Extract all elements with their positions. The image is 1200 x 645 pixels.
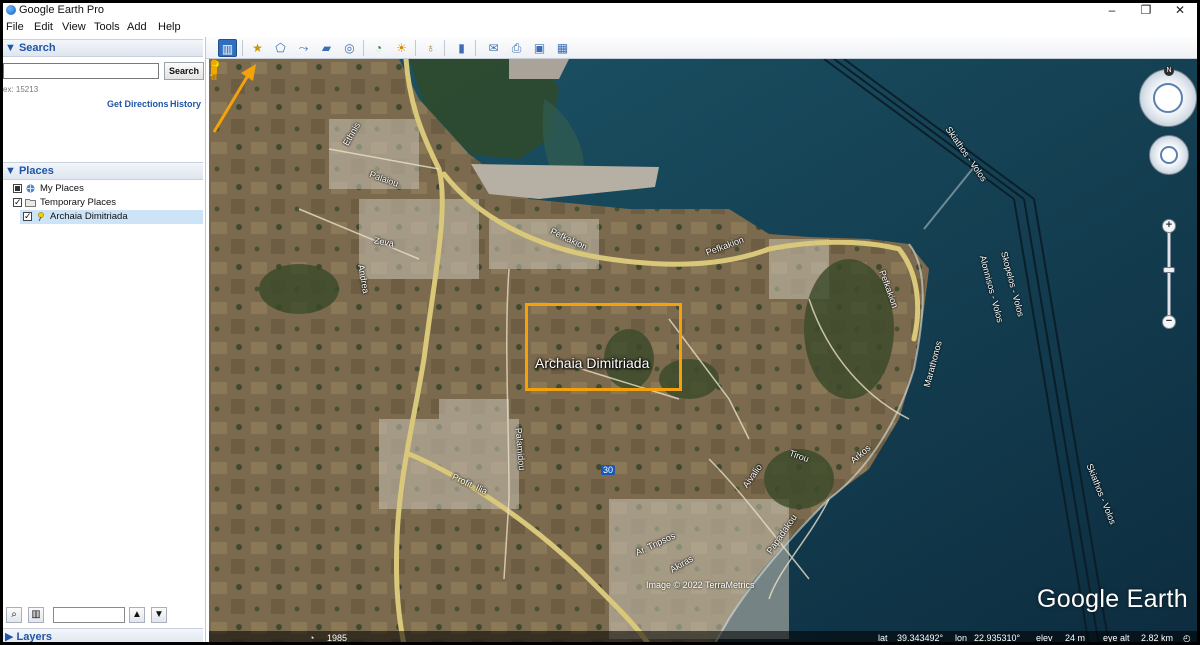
move-up-icon[interactable]: ▲ <box>129 607 145 623</box>
image-overlay-icon[interactable]: ▰ <box>317 39 336 57</box>
lat-label: lat <box>878 633 888 643</box>
look-navigation-ring[interactable]: N <box>1139 66 1197 127</box>
search-input[interactable] <box>3 63 159 79</box>
path-icon[interactable]: ⤳ <box>294 39 313 57</box>
tree-item-my-places[interactable]: My Places <box>13 182 84 196</box>
search-places-icon[interactable]: ⌕ <box>6 607 22 623</box>
history-link[interactable]: History <box>170 99 201 109</box>
annotation-arrow-icon <box>212 64 256 133</box>
zoom-slider[interactable] <box>1167 231 1171 321</box>
toolbar-separator <box>444 40 445 56</box>
window-title: Google Earth Pro <box>19 4 104 16</box>
toolbar-separator <box>475 40 476 56</box>
sunlight-icon[interactable]: ☀ <box>392 39 411 57</box>
get-directions-link[interactable]: Get Directions <box>107 99 169 109</box>
close-button[interactable]: ✕ <box>1165 3 1195 19</box>
places-filter-input[interactable] <box>53 607 125 623</box>
map-view[interactable]: Pefkakion Pefkakion Pefkakion Zeva Andre… <box>209 59 1197 643</box>
placemark-label[interactable]: Archaia Dimitriada <box>535 355 649 371</box>
toolbar-separator <box>242 40 243 56</box>
email-icon[interactable]: ✉ <box>484 39 503 57</box>
sidebar: ▼ Search Search ex: 15213 Get Directions… <box>3 37 206 642</box>
places-panel-header[interactable]: ▼ Places <box>3 162 203 180</box>
search-hint: ex: 15213 <box>3 85 39 94</box>
eye-alt-label: eye alt <box>1103 633 1130 643</box>
toolbar-separator <box>415 40 416 56</box>
placemark-icon[interactable]: ★ <box>248 39 267 57</box>
folder-globe-icon <box>26 184 35 193</box>
eye-alt-value: 2.82 km <box>1141 633 1174 643</box>
minimize-button[interactable]: – <box>1097 3 1127 19</box>
imagery-year: 1985 <box>327 633 348 643</box>
tree-item-label: Temporary Places <box>40 197 117 208</box>
menu-tools[interactable]: Tools <box>94 21 120 33</box>
menu-help[interactable]: Help <box>158 21 181 33</box>
checkbox[interactable] <box>23 209 32 223</box>
sidebar-toggle-icon[interactable]: ▥ <box>218 39 237 57</box>
planets-icon[interactable]: ♁ <box>421 39 440 57</box>
menu-file[interactable]: File <box>6 21 24 33</box>
maximize-button[interactable]: ❐ <box>1131 3 1161 19</box>
elev-label: elev <box>1036 633 1053 643</box>
zoom-out-button[interactable]: − <box>1162 315 1176 329</box>
streaming-indicator-icon: ◴ <box>1183 633 1191 643</box>
zoom-slider-thumb[interactable] <box>1163 267 1175 273</box>
route-badge: 30 <box>601 465 616 475</box>
lat-value: 39.343492° <box>897 633 944 643</box>
places-bottom-toolbar: ⌕ ▥ ▲ ▼ <box>3 605 203 627</box>
menu-bar: File Edit View Tools Add Help <box>3 19 1197 37</box>
title-bar: Google Earth Pro – ❐ ✕ <box>3 3 1197 19</box>
move-down-icon[interactable]: ▼ <box>151 607 167 623</box>
app-window: Google Earth Pro – ❐ ✕ File Edit View To… <box>0 0 1200 645</box>
checkbox[interactable] <box>13 183 22 193</box>
search-button[interactable]: Search <box>164 62 204 80</box>
menu-view[interactable]: View <box>62 21 86 33</box>
move-navigation-ring[interactable] <box>1149 135 1189 175</box>
compass-north-icon[interactable]: N <box>1164 66 1174 76</box>
tree-item-archaia-dimitriada[interactable]: Archaia Dimitriada <box>20 209 203 224</box>
menu-add[interactable]: Add <box>127 21 147 33</box>
toolbar: ▥ ★ ⬠ ⤳ ▰ ◎ ◔ ☀ ♁ ▮ ✉ ⎙ ▣ ▦ <box>206 37 1197 59</box>
google-earth-icon <box>6 5 16 15</box>
record-tour-icon[interactable]: ◎ <box>340 39 359 57</box>
checkbox[interactable] <box>13 195 22 209</box>
lon-label: lon <box>955 633 968 643</box>
google-earth-logo: Google Earth <box>1037 585 1188 613</box>
lon-value: 22.935310° <box>974 633 1021 643</box>
search-panel-header[interactable]: ▼ Search <box>3 39 203 57</box>
polygon-icon[interactable]: ⬠ <box>271 39 290 57</box>
folder-icon <box>25 199 36 207</box>
highlight-box <box>525 303 682 391</box>
historical-imagery-icon[interactable]: ◔ <box>369 39 388 57</box>
look-joystick[interactable] <box>1153 83 1183 113</box>
satellite-imagery <box>209 59 1197 642</box>
toggle-panel-icon[interactable]: ▥ <box>28 607 44 623</box>
tree-item-label: Archaia Dimitriada <box>50 211 128 222</box>
save-image-icon[interactable]: ▣ <box>530 39 549 57</box>
tree-item-temporary-places[interactable]: Temporary Places <box>13 195 117 210</box>
elev-value: 24 m <box>1065 633 1086 643</box>
zoom-in-button[interactable]: + <box>1162 219 1176 233</box>
ruler-icon[interactable]: ▮ <box>452 39 471 57</box>
menu-edit[interactable]: Edit <box>34 21 53 33</box>
imagery-attribution: Image © 2022 TerraMetrics <box>646 580 755 590</box>
historical-imagery-icon[interactable]: ◔ <box>309 631 314 642</box>
layers-panel-header[interactable]: ▶ Layers <box>3 628 203 642</box>
yellow-pushpin-icon <box>38 212 44 221</box>
view-in-maps-icon[interactable]: ▦ <box>553 39 572 57</box>
print-icon[interactable]: ⎙ <box>507 39 526 57</box>
toolbar-separator <box>363 40 364 56</box>
status-bar: ◔ 1985 lat 39.343492° lon 22.935310° ele… <box>209 631 1197 643</box>
tree-item-label: My Places <box>40 183 84 194</box>
move-joystick[interactable] <box>1160 146 1178 164</box>
